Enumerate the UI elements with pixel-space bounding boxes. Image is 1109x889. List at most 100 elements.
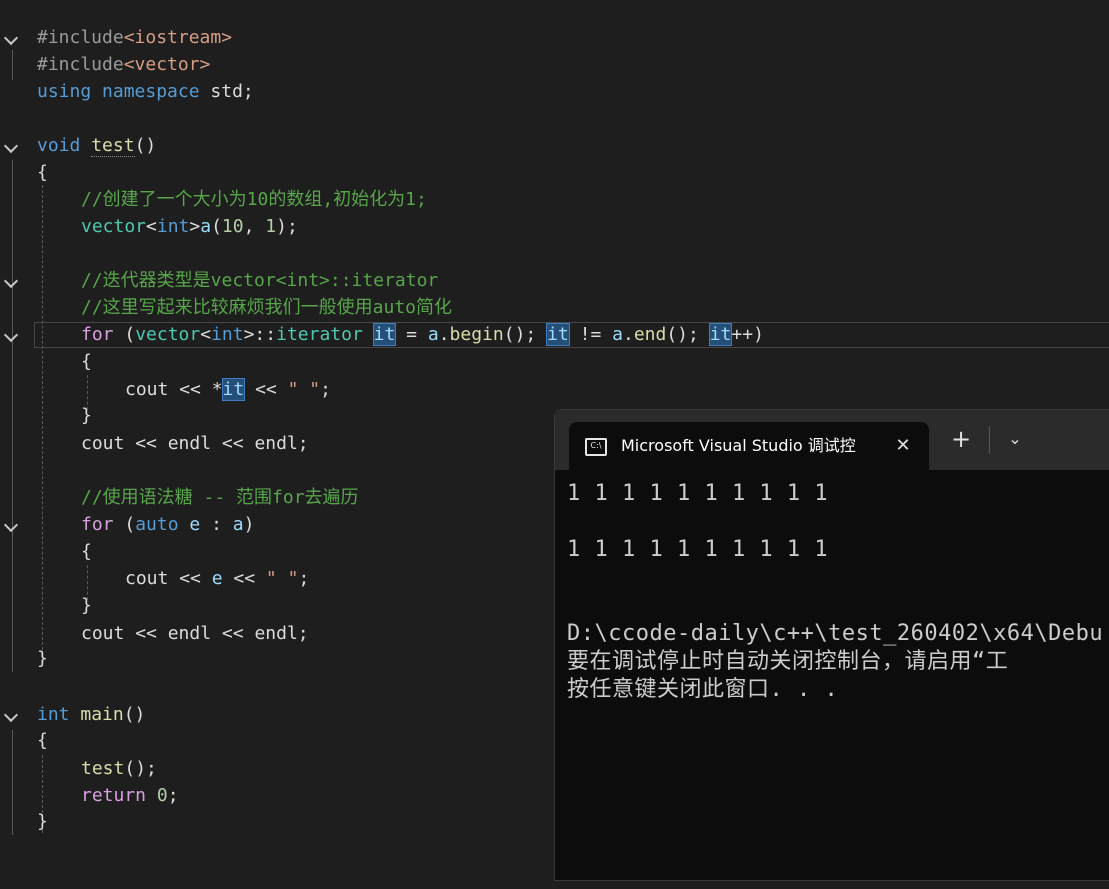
keyword: void xyxy=(37,135,81,156)
comment: //创建了一个大小为10的数组,初始化为1; xyxy=(81,189,427,210)
chevron-down-icon xyxy=(3,517,19,533)
preprocessor: #include xyxy=(37,54,124,75)
brace: { xyxy=(37,162,48,183)
highlighted-symbol[interactable]: it xyxy=(372,323,397,346)
output-line: 要在调试停止时自动关闭控制台，请启用“工 xyxy=(567,649,1009,674)
code-text: ; xyxy=(297,433,309,454)
title-bar[interactable]: C:\ Microsoft Visual Studio 调试控 ✕ + ⌄ xyxy=(555,410,1109,470)
highlighted-symbol[interactable]: it xyxy=(546,323,570,346)
variable: e xyxy=(189,514,201,535)
variable: endl xyxy=(167,623,212,644)
code-text: ( xyxy=(113,324,136,345)
code-text: != xyxy=(568,324,613,345)
string-literal: " " xyxy=(265,568,299,589)
brace: } xyxy=(37,811,48,832)
code-line[interactable]: vector<int>a(10, 1); xyxy=(0,213,1109,240)
number: 0 xyxy=(156,785,168,806)
output-line: 1 1 1 1 1 1 1 1 1 1 xyxy=(567,481,829,506)
code-line[interactable]: //创建了一个大小为10的数组,初始化为1; xyxy=(0,186,1109,213)
brace: { xyxy=(81,541,92,562)
new-tab-button[interactable]: + xyxy=(947,425,975,453)
code-text: ( xyxy=(211,216,222,237)
keyword: namespace xyxy=(102,81,200,102)
keyword: int xyxy=(37,704,70,725)
code-line[interactable]: { xyxy=(0,159,1109,186)
include-path: <vector> xyxy=(123,54,211,75)
output-line: 按任意键关闭此窗口. . . xyxy=(567,677,839,702)
keyword: using xyxy=(37,81,92,102)
code-line[interactable]: #include<iostream> xyxy=(0,24,1109,51)
comment: //这里写起来比较麻烦我们一般使用auto简化 xyxy=(81,297,453,318)
variable: cout xyxy=(125,379,169,400)
code-line[interactable]: //这里写起来比较麻烦我们一般使用auto简化 xyxy=(0,294,1109,321)
variable: cout xyxy=(125,568,169,589)
console-icon: C:\ xyxy=(585,438,607,456)
variable: endl xyxy=(167,433,212,454)
chevron-down-icon xyxy=(3,30,19,46)
code-line[interactable]: cout << *it << " "; xyxy=(0,376,1109,403)
brace: } xyxy=(81,405,92,426)
code-text: (); xyxy=(503,324,548,345)
code-text: std; xyxy=(199,81,254,102)
keyword: return xyxy=(81,785,147,806)
function-name: begin xyxy=(449,324,504,345)
type-name: vector xyxy=(135,324,201,345)
code-line[interactable]: //迭代器类型是vector<int>::iterator xyxy=(0,267,1109,294)
number: 1 xyxy=(265,216,277,237)
chevron-down-icon[interactable]: ⌄ xyxy=(1001,425,1029,453)
brace: } xyxy=(81,595,92,616)
code-text: < xyxy=(146,216,157,237)
code-line[interactable]: { xyxy=(0,348,1109,375)
code-text: ; xyxy=(297,623,309,644)
code-line[interactable]: void test() xyxy=(0,132,1109,159)
variable: a xyxy=(427,324,439,345)
code-text: << xyxy=(168,568,212,589)
keyword: int xyxy=(211,324,244,345)
code-text: (); xyxy=(666,324,710,345)
chevron-down-icon xyxy=(3,327,19,343)
fold-toggle[interactable] xyxy=(2,321,22,348)
brace: { xyxy=(37,730,48,751)
code-text: () xyxy=(134,135,157,156)
highlighted-symbol[interactable]: it xyxy=(221,378,246,401)
code-line[interactable]: #include<vector> xyxy=(0,51,1109,78)
variable: cout xyxy=(81,433,125,454)
keyword: auto xyxy=(135,514,179,535)
divider xyxy=(989,426,990,454)
fold-toggle[interactable] xyxy=(2,132,22,159)
comment: //使用语法糖 -- 范围for去遍历 xyxy=(81,487,359,508)
highlighted-symbol[interactable]: it xyxy=(708,323,733,346)
variable: endl xyxy=(254,623,298,644)
code-text: . xyxy=(622,324,634,345)
close-icon[interactable]: ✕ xyxy=(891,434,915,458)
output-line: 1 1 1 1 1 1 1 1 1 1 xyxy=(567,537,829,562)
console-output[interactable]: 1 1 1 1 1 1 1 1 1 1 1 1 1 1 1 1 1 1 1 1 … xyxy=(567,480,1109,870)
tab-debug-console[interactable]: C:\ Microsoft Visual Studio 调试控 ✕ xyxy=(569,422,929,470)
code-text: (); xyxy=(124,758,157,779)
code-text: > xyxy=(189,216,201,237)
function-name: main xyxy=(80,704,124,725)
code-text: ) xyxy=(243,514,255,535)
fold-toggle[interactable] xyxy=(2,701,22,728)
variable: a xyxy=(232,514,244,535)
fold-toggle[interactable] xyxy=(2,267,22,294)
tab-title: Microsoft Visual Studio 调试控 xyxy=(621,436,856,455)
variable: a xyxy=(612,324,623,345)
code-text: , xyxy=(243,216,266,237)
debug-console-window[interactable]: C:\ Microsoft Visual Studio 调试控 ✕ + ⌄ 1 … xyxy=(554,409,1109,881)
keyword: for xyxy=(81,324,114,345)
code-line[interactable]: using namespace std; xyxy=(0,78,1109,105)
chevron-down-icon xyxy=(3,273,19,289)
code-text: ); xyxy=(276,216,298,237)
chevron-down-icon xyxy=(3,138,19,154)
type-name: vector xyxy=(81,216,147,237)
function-name: end xyxy=(633,324,667,345)
code-line[interactable]: for (vector<int>::iterator it = a.begin(… xyxy=(0,321,1109,348)
fold-toggle[interactable] xyxy=(2,511,22,538)
fold-toggle[interactable] xyxy=(2,24,22,51)
function-name: test xyxy=(81,758,125,779)
code-text: << xyxy=(211,433,255,454)
output-line: D:\ccode-daily\c++\test_260402\x64\Debu xyxy=(567,621,1104,646)
